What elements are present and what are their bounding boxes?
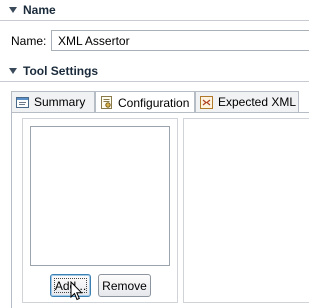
mouse-cursor-icon bbox=[70, 281, 83, 301]
tab-label: Expected XML bbox=[218, 95, 297, 109]
section-divider bbox=[0, 81, 309, 82]
tab-label: Summary bbox=[34, 95, 86, 109]
name-input[interactable]: XML Assertor bbox=[51, 30, 309, 51]
tab-configuration[interactable]: Configuration bbox=[95, 91, 195, 113]
configuration-icon bbox=[100, 96, 113, 109]
collapse-triangle-icon[interactable] bbox=[9, 68, 17, 74]
tab-bar: Summary Configuration Expected XML bbox=[11, 91, 309, 113]
name-section-title: Name bbox=[23, 3, 56, 17]
expected-xml-icon bbox=[200, 95, 213, 109]
name-label: Name: bbox=[11, 34, 47, 48]
collapse-triangle-icon[interactable] bbox=[9, 7, 17, 13]
tab-label: Configuration bbox=[118, 95, 190, 110]
tool-settings-section-header[interactable]: Tool Settings bbox=[0, 61, 309, 81]
tab-expected-xml[interactable]: Expected XML bbox=[195, 91, 299, 112]
remove-button-label: Remove bbox=[102, 278, 147, 293]
tab-summary[interactable]: Summary bbox=[11, 91, 95, 112]
name-input-value: XML Assertor bbox=[58, 34, 130, 48]
name-section-header[interactable]: Name bbox=[0, 0, 309, 20]
details-panel bbox=[183, 118, 309, 303]
items-list[interactable] bbox=[30, 126, 170, 266]
section-divider bbox=[0, 20, 309, 21]
tool-settings-section-title: Tool Settings bbox=[23, 64, 99, 78]
summary-icon bbox=[16, 96, 29, 109]
remove-button[interactable]: Remove bbox=[98, 274, 151, 297]
